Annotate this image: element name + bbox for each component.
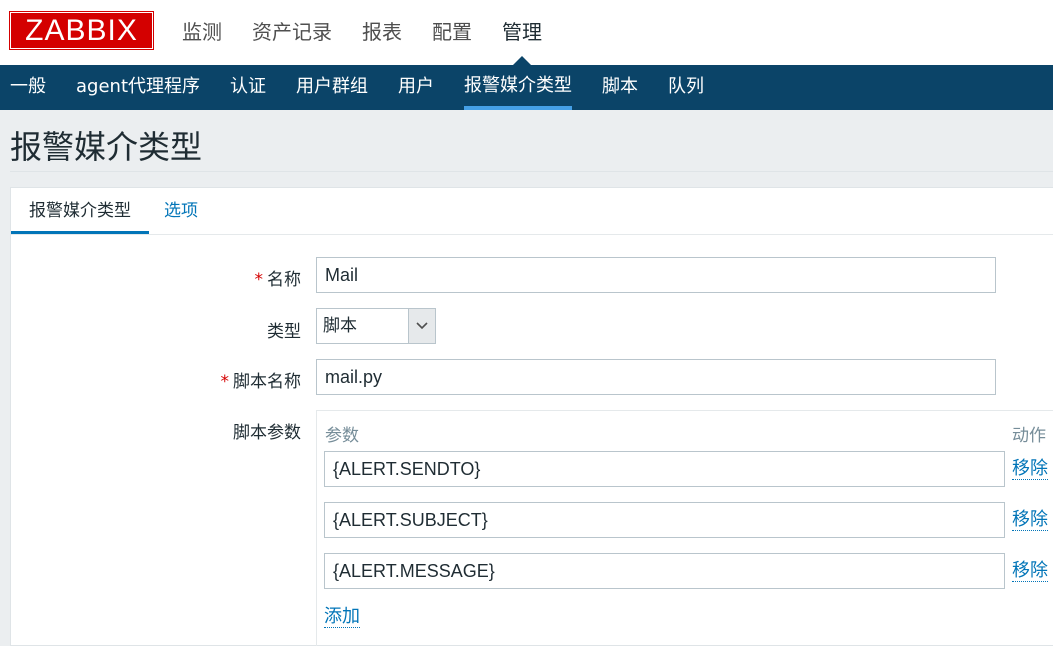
type-select-value: 脚本: [323, 316, 357, 336]
tab-media-type[interactable]: 报警媒介类型: [11, 188, 149, 234]
script-name-input[interactable]: mail.py: [316, 359, 996, 395]
subnav-authentication[interactable]: 认证: [230, 65, 266, 110]
main-nav-monitoring[interactable]: 监测: [182, 0, 222, 65]
subnav-scripts[interactable]: 脚本: [602, 65, 638, 110]
subnav-queue[interactable]: 队列: [668, 65, 704, 110]
script-name-label-text: 脚本名称: [233, 372, 301, 392]
param-input-3[interactable]: {ALERT.MESSAGE}: [324, 553, 1005, 589]
subnav-media-types[interactable]: 报警媒介类型: [464, 65, 572, 110]
sub-nav: 一般 agent代理程序 认证 用户群组 用户 报警媒介类型 脚本 队列: [0, 65, 1053, 110]
subnav-users[interactable]: 用户: [398, 65, 434, 110]
subnav-user-groups[interactable]: 用户群组: [296, 65, 368, 110]
remove-param-3-link[interactable]: 移除: [1012, 561, 1048, 582]
required-mark: *: [220, 372, 230, 392]
script-params-table: 参数 动作 {ALERT.SENDTO} 移除 {ALERT.SUBJECT} …: [316, 410, 1053, 646]
action-column-header: 动作: [1012, 426, 1046, 446]
main-nav-reports[interactable]: 报表: [362, 0, 402, 65]
param-input-2[interactable]: {ALERT.SUBJECT}: [324, 502, 1005, 538]
name-label: * 名称: [81, 265, 302, 290]
tab-options[interactable]: 选项: [164, 188, 198, 234]
top-header: ZABBIX 监测 资产记录 报表 配置 管理: [0, 0, 1053, 65]
name-label-text: 名称: [267, 270, 301, 290]
script-params-label: 脚本参数: [233, 423, 301, 443]
chevron-down-icon[interactable]: [408, 309, 435, 343]
add-param-link[interactable]: 添加: [324, 607, 360, 628]
type-select[interactable]: 脚本: [316, 308, 436, 344]
page-title: 报警媒介类型: [10, 128, 203, 166]
script-name-label: * 脚本名称: [81, 367, 302, 392]
zabbix-logo[interactable]: ZABBIX: [10, 12, 153, 49]
required-mark: *: [254, 270, 264, 290]
remove-param-2-link[interactable]: 移除: [1012, 510, 1048, 531]
remove-param-1-link[interactable]: 移除: [1012, 459, 1048, 480]
type-label: 类型: [267, 322, 301, 342]
title-divider: [10, 171, 1053, 172]
subnav-proxies[interactable]: agent代理程序: [76, 65, 200, 110]
main-nav-configuration[interactable]: 配置: [432, 0, 472, 65]
subnav-general[interactable]: 一般: [10, 65, 46, 110]
param-input-1[interactable]: {ALERT.SENDTO}: [324, 451, 1005, 487]
main-nav: 监测 资产记录 报表 配置 管理: [182, 0, 572, 65]
form-panel: 报警媒介类型 选项 * 名称 Mail 类型 脚本 * 脚本名称 mail.py 脚…: [10, 187, 1053, 646]
param-column-header: 参数: [325, 426, 359, 446]
tab-bar: 报警媒介类型 选项: [11, 188, 1053, 235]
main-nav-inventory[interactable]: 资产记录: [252, 0, 332, 65]
main-nav-administration[interactable]: 管理: [502, 0, 542, 65]
name-input[interactable]: Mail: [316, 257, 996, 293]
